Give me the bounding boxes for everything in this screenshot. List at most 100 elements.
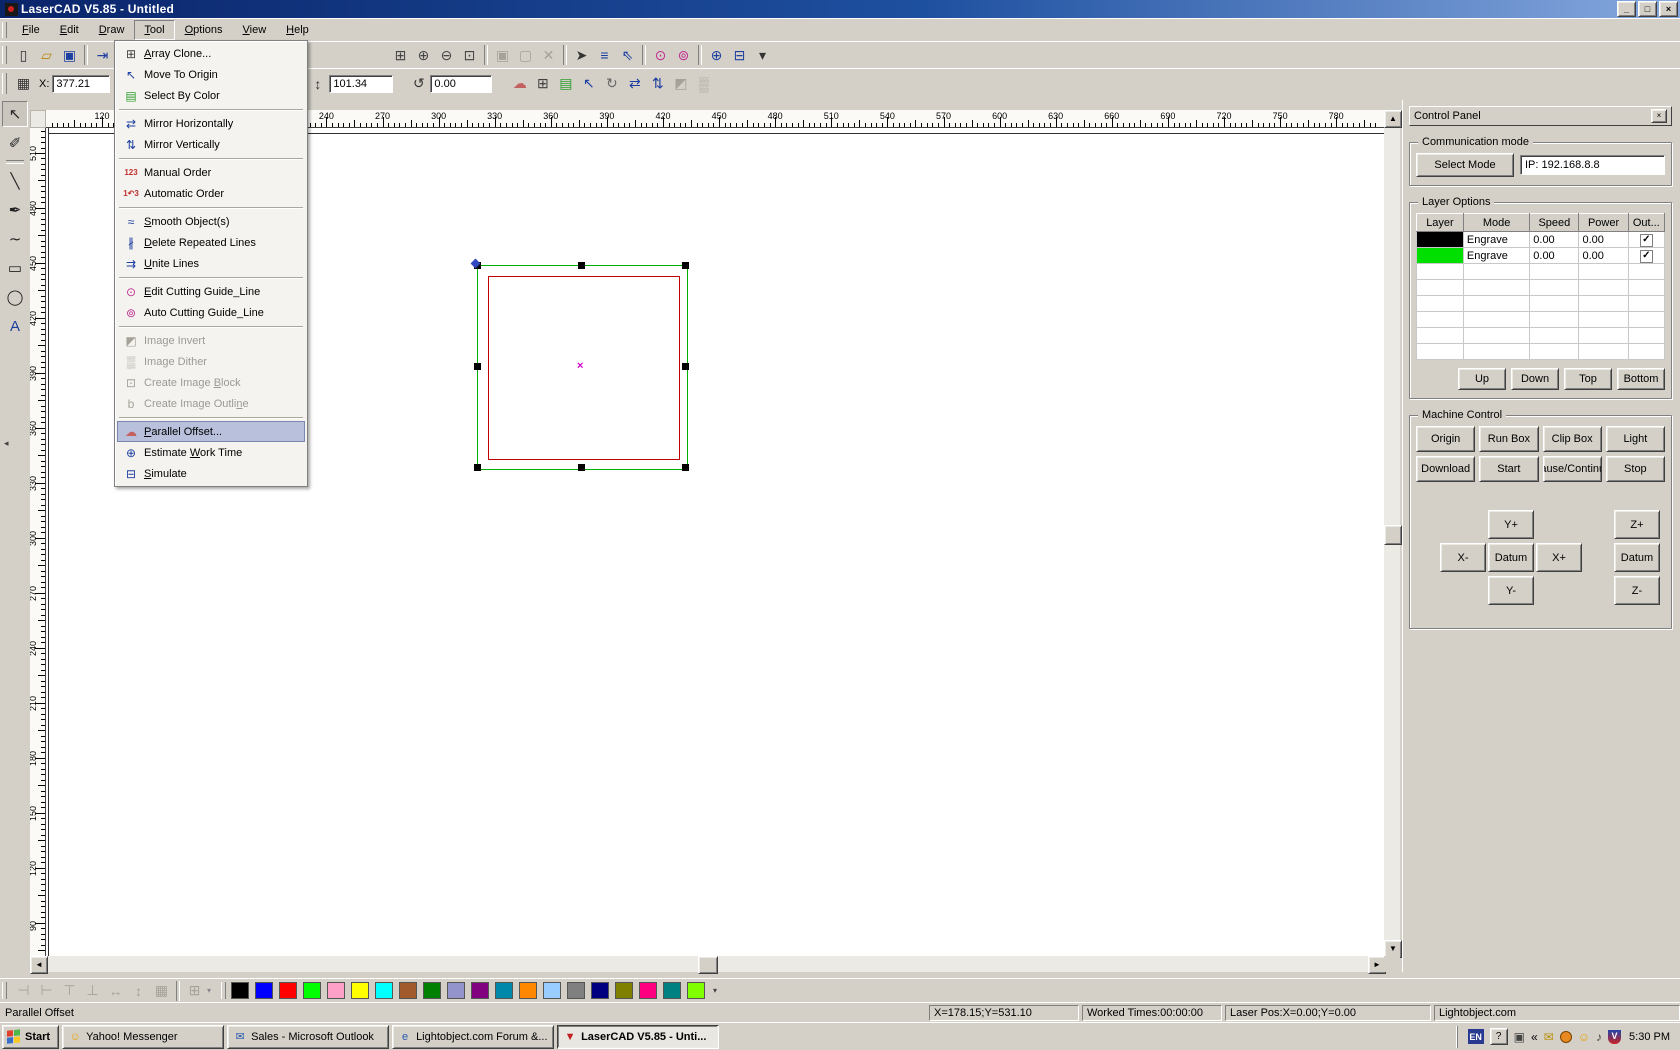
menubar-item-file[interactable]: File bbox=[12, 20, 50, 40]
layer-row-empty[interactable] bbox=[1417, 280, 1665, 296]
import-icon[interactable]: ⇥ bbox=[91, 44, 114, 66]
selection-handle[interactable] bbox=[474, 363, 481, 370]
layer-mode-cell[interactable]: Engrave bbox=[1463, 248, 1529, 264]
select-by-color-icon[interactable]: ▤ bbox=[554, 73, 577, 95]
menu-item-automatic-order[interactable]: 1↶3Automatic Order bbox=[117, 183, 305, 204]
zoom-in-icon[interactable]: ⊕ bbox=[412, 44, 435, 66]
z-datum-button[interactable]: Datum bbox=[1614, 543, 1660, 572]
color-swatch-9[interactable] bbox=[423, 982, 441, 999]
horizontal-scrollbar[interactable]: ◄ ► bbox=[30, 956, 1384, 972]
save-file-icon[interactable]: ▣ bbox=[58, 44, 81, 66]
color-swatch-19[interactable] bbox=[663, 982, 681, 999]
menu-item-unite-lines[interactable]: ⇉Unite Lines bbox=[117, 253, 305, 274]
color-swatch-10[interactable] bbox=[447, 982, 465, 999]
jog-y-plus-button[interactable]: Y+ bbox=[1488, 510, 1534, 539]
move-to-origin-icon[interactable]: ↖ bbox=[577, 73, 600, 95]
selection-handle[interactable] bbox=[474, 464, 481, 471]
selection-handle[interactable] bbox=[682, 363, 689, 370]
toolbar-gripper[interactable] bbox=[2, 46, 7, 64]
color-swatch-20[interactable] bbox=[687, 982, 705, 999]
control-panel-close-icon[interactable]: × bbox=[1651, 109, 1667, 123]
help-tray-icon[interactable]: ? bbox=[1490, 1028, 1508, 1045]
select-mode-button[interactable]: Select Mode bbox=[1416, 153, 1514, 177]
selection-handle[interactable] bbox=[578, 464, 585, 471]
layer-mode-cell[interactable]: Engrave bbox=[1463, 232, 1529, 248]
scroll-left-icon[interactable]: ◄ bbox=[30, 956, 48, 974]
line-tool[interactable]: ╲ bbox=[2, 168, 28, 194]
menubar-item-options[interactable]: Options bbox=[175, 20, 233, 40]
toolbar-gripper[interactable] bbox=[2, 982, 7, 998]
color-swatch-3[interactable] bbox=[279, 982, 297, 999]
rectangle-tool[interactable]: ▭ bbox=[2, 255, 28, 281]
edit-cutting-guide-icon[interactable]: ⊙ bbox=[649, 44, 672, 66]
language-indicator[interactable]: EN bbox=[1468, 1029, 1484, 1044]
up-button[interactable]: Up bbox=[1458, 368, 1506, 390]
color-swatch-2[interactable] bbox=[255, 982, 273, 999]
collapse-tray-icon[interactable]: « bbox=[1531, 1030, 1538, 1044]
color-swatch-15[interactable] bbox=[567, 982, 585, 999]
origin-button[interactable]: Origin bbox=[1416, 426, 1475, 452]
simulate-icon[interactable]: ⊟ bbox=[728, 44, 751, 66]
layer-column-header[interactable]: Out... bbox=[1628, 214, 1664, 232]
toolbar-gripper[interactable] bbox=[2, 73, 7, 93]
layer-power-cell[interactable]: 0.00 bbox=[1579, 232, 1628, 248]
toolbar-gripper[interactable] bbox=[221, 982, 226, 998]
taskbar-task-messenger[interactable]: ☺Yahoo! Messenger bbox=[62, 1025, 224, 1049]
speaker-tray-icon[interactable]: ♪ bbox=[1596, 1030, 1602, 1044]
layer-column-header[interactable]: Speed bbox=[1530, 214, 1579, 232]
select-tool[interactable]: ↖ bbox=[2, 101, 28, 127]
mirror-horizontal-icon[interactable]: ⇄ bbox=[623, 73, 646, 95]
menu-item-simulate[interactable]: ⊟Simulate bbox=[117, 463, 305, 484]
polyline-tool[interactable]: ∼ bbox=[2, 226, 28, 252]
height-input[interactable] bbox=[329, 75, 393, 93]
jog-x-minus-button[interactable]: X- bbox=[1440, 543, 1486, 572]
layer-speed-cell[interactable]: 0.00 bbox=[1530, 248, 1579, 264]
menu-item-edit-cutting-guide-line[interactable]: ⊙Edit Cutting Guide_Line bbox=[117, 281, 305, 302]
menu-item-delete-repeated-lines[interactable]: ∦Delete Repeated Lines bbox=[117, 232, 305, 253]
layer-row[interactable]: Engrave0.000.00✓ bbox=[1417, 248, 1665, 264]
auto-cutting-guide-icon[interactable]: ⊚ bbox=[672, 44, 695, 66]
maximize-button[interactable]: □ bbox=[1638, 1, 1657, 17]
vertical-scroll-thumb[interactable] bbox=[1384, 525, 1402, 545]
pick-tool-icon[interactable]: ➤ bbox=[570, 44, 593, 66]
menu-item-mirror-horizontally[interactable]: ⇄Mirror Horizontally bbox=[117, 113, 305, 134]
ip-address-field[interactable]: IP: 192.168.8.8 bbox=[1520, 155, 1665, 175]
selection-handle[interactable] bbox=[682, 262, 689, 269]
layer-column-header[interactable]: Mode bbox=[1463, 214, 1529, 232]
top-button[interactable]: Top bbox=[1564, 368, 1612, 390]
z-minus-button[interactable]: Z- bbox=[1614, 576, 1660, 605]
color-swatch-16[interactable] bbox=[591, 982, 609, 999]
color-swatch-11[interactable] bbox=[471, 982, 489, 999]
light-button[interactable]: Light bbox=[1606, 426, 1665, 452]
scroll-up-icon[interactable]: ▲ bbox=[1384, 110, 1402, 128]
color-swatch-13[interactable] bbox=[519, 982, 537, 999]
download-button[interactable]: Download bbox=[1416, 456, 1475, 482]
layer-power-cell[interactable]: 0.00 bbox=[1579, 248, 1628, 264]
ellipse-tool[interactable]: ◯ bbox=[2, 284, 28, 310]
selection-handle[interactable] bbox=[682, 464, 689, 471]
menu-item-manual-order[interactable]: 123Manual Order bbox=[117, 162, 305, 183]
selection-handle[interactable] bbox=[578, 262, 585, 269]
z-plus-button[interactable]: Z+ bbox=[1614, 510, 1660, 539]
layer-output-checkbox[interactable]: ✓ bbox=[1640, 250, 1653, 263]
node-edit-tool[interactable]: ✐ bbox=[2, 130, 28, 156]
palette-overflow-icon[interactable]: ▾ bbox=[713, 986, 717, 995]
stop-button[interactable]: Stop bbox=[1606, 456, 1665, 482]
menu-item-estimate-work-time[interactable]: ⊕Estimate Work Time bbox=[117, 442, 305, 463]
run-box-button[interactable]: Run Box bbox=[1479, 426, 1538, 452]
menu-item-mirror-vertically[interactable]: ⇅Mirror Vertically bbox=[117, 134, 305, 155]
color-swatch-8[interactable] bbox=[399, 982, 417, 999]
horizontal-scroll-thumb[interactable] bbox=[698, 956, 718, 974]
color-swatch-17[interactable] bbox=[615, 982, 633, 999]
start-button[interactable]: Start bbox=[1479, 456, 1538, 482]
color-swatch-1[interactable] bbox=[231, 982, 249, 999]
layer-row-empty[interactable] bbox=[1417, 344, 1665, 360]
taskbar-task-lasercad[interactable]: ▼LaserCAD V5.85 - Unti... bbox=[557, 1025, 719, 1049]
pause-continue-button[interactable]: Pause/Continue bbox=[1543, 456, 1602, 482]
menubar-item-tool[interactable]: Tool bbox=[134, 20, 174, 40]
color-swatch-6[interactable] bbox=[351, 982, 369, 999]
anchor-grid-icon[interactable]: ▦ bbox=[12, 73, 35, 95]
menu-item-auto-cutting-guide-line[interactable]: ⊚Auto Cutting Guide_Line bbox=[117, 302, 305, 323]
color-swatch-14[interactable] bbox=[543, 982, 561, 999]
menu-item-parallel-offset[interactable]: ☁Parallel Offset... bbox=[117, 421, 305, 442]
